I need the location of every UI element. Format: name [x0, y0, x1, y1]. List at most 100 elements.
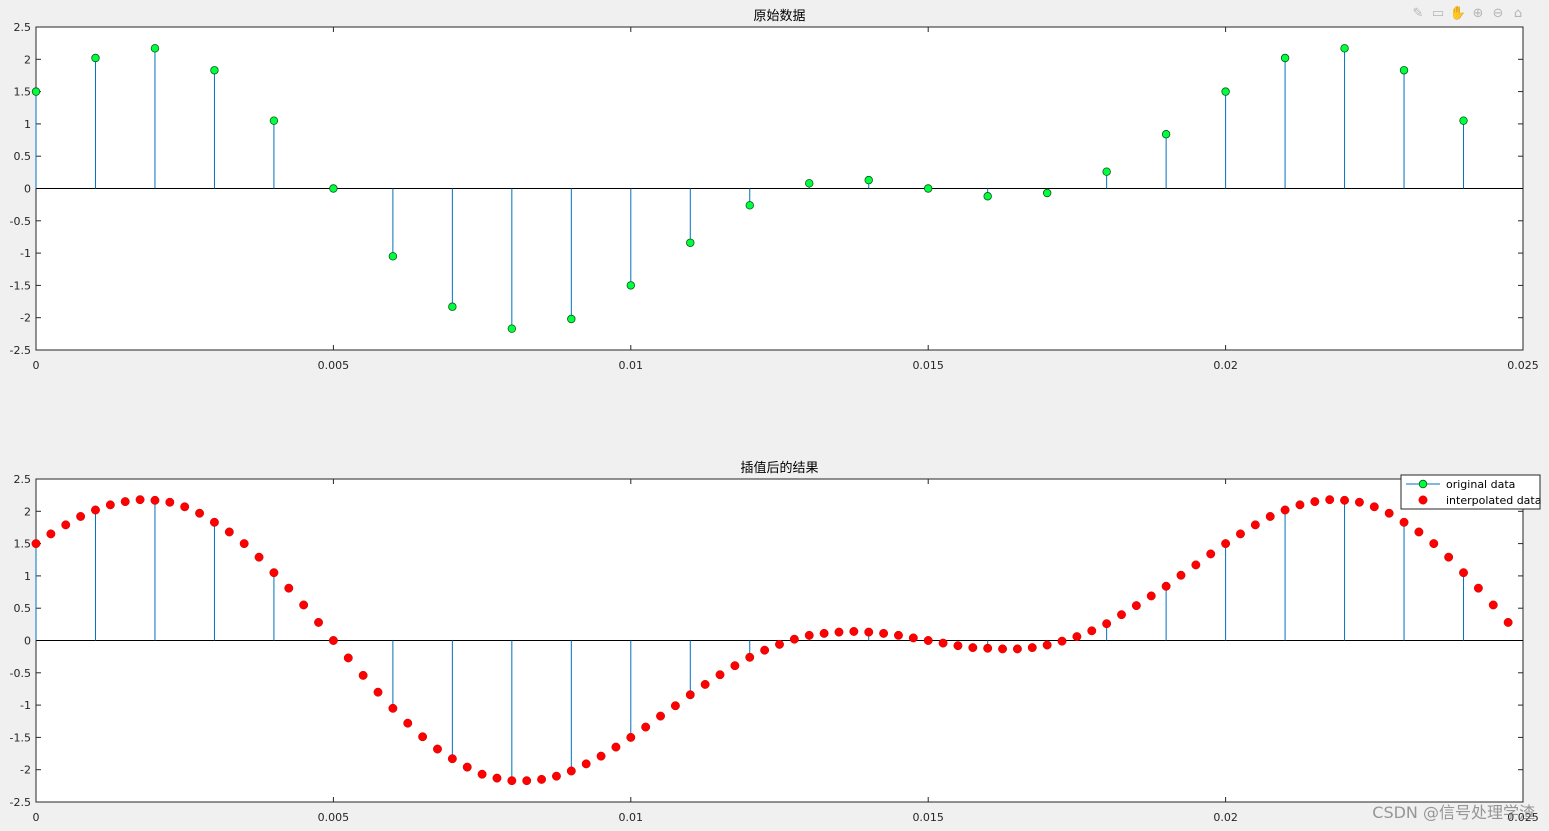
data-point-interpolated — [1057, 636, 1067, 646]
data-point-interpolated — [522, 776, 532, 786]
data-point-interpolated — [685, 690, 695, 700]
data-point-interpolated — [700, 679, 710, 689]
legend-marker-interpolated — [1418, 495, 1428, 505]
y-tick-label: 2 — [24, 53, 31, 66]
chart-title: 插值后的结果 — [740, 460, 818, 476]
y-tick-label: 0 — [24, 635, 31, 648]
legend[interactable]: original data interpolated data — [1400, 474, 1541, 510]
y-tick-label: 1.5 — [14, 538, 32, 551]
data-point-original — [31, 87, 41, 96]
y-tick-label: -1 — [20, 699, 31, 712]
data-point-interpolated — [1503, 617, 1513, 627]
home-icon[interactable]: ⌂ — [1509, 4, 1527, 22]
data-point-interpolated — [165, 497, 175, 507]
data-point-interpolated — [1325, 495, 1335, 505]
data-point-original — [150, 44, 160, 53]
data-point-original — [626, 281, 635, 290]
data-point-original — [745, 201, 754, 210]
data-point-interpolated — [433, 744, 442, 754]
data-point-interpolated — [1206, 549, 1216, 559]
data-point-interpolated — [284, 583, 294, 593]
y-tick-label: -0.5 — [10, 667, 31, 680]
data-point-interpolated — [1295, 500, 1305, 510]
data-point-interpolated — [552, 771, 561, 781]
zoom-in-icon[interactable]: ⊕ — [1469, 4, 1487, 22]
y-tick-label: 0.5 — [14, 602, 32, 615]
data-point-interpolated — [120, 497, 130, 507]
y-tick-label: -2 — [20, 312, 31, 325]
data-point-interpolated — [730, 661, 740, 671]
data-point-interpolated — [1354, 497, 1364, 507]
data-point-interpolated — [180, 502, 190, 512]
data-point-interpolated — [1473, 583, 1483, 593]
x-tick-label: 0.01 — [619, 811, 644, 824]
pan-icon[interactable]: ✋ — [1449, 4, 1467, 22]
data-point-interpolated — [1310, 497, 1320, 507]
data-point-interpolated — [656, 711, 665, 721]
data-point-interpolated — [879, 628, 889, 638]
data-point-interpolated — [1429, 539, 1439, 549]
data-point-original — [1042, 188, 1052, 198]
y-tick-label: 1 — [24, 118, 31, 131]
x-tick-label: 0.025 — [1507, 359, 1539, 372]
axes-toolbar: ✎ ▭ ✋ ⊕ ⊖ ⌂ — [1409, 4, 1527, 22]
axes-original-data[interactable]: 原始数据2.521.510.50-0.5-1-1.5-2-2.50 0.005 0.… — [10, 9, 1539, 372]
data-point-interpolated — [804, 630, 814, 640]
data-point-original — [507, 324, 517, 333]
data-point-interpolated — [1072, 632, 1082, 642]
data-point-original — [1399, 66, 1409, 75]
x-tick-label: 0.01 — [619, 359, 644, 372]
data-point-interpolated — [358, 670, 368, 680]
data-point-interpolated — [581, 759, 591, 769]
data-point-interpolated — [150, 495, 160, 505]
data-point-interpolated — [864, 627, 874, 637]
brush-icon[interactable]: ✎ — [1409, 4, 1427, 22]
data-point-interpolated — [760, 645, 770, 655]
y-tick-label: 2.5 — [14, 21, 32, 34]
data-point-interpolated — [61, 520, 71, 530]
data-point-interpolated — [1012, 644, 1022, 654]
data-point-original — [805, 179, 814, 188]
watermark-text: CSDN @信号处理学渣 — [1372, 803, 1535, 822]
data-point-original — [329, 184, 338, 193]
data-point-interpolated — [477, 769, 487, 779]
data-point-interpolated — [537, 774, 547, 784]
x-tick-label: 0.005 — [318, 359, 350, 372]
x-tick-label: 0 — [33, 811, 40, 824]
data-point-interpolated — [983, 643, 993, 653]
data-point-interpolated — [492, 773, 502, 783]
x-tick-label: 0.02 — [1213, 811, 1238, 824]
data-point-interpolated — [1250, 520, 1260, 530]
data-point-original — [1161, 130, 1171, 139]
data-point-interpolated — [447, 754, 457, 764]
chart-title: 原始数据 — [753, 9, 805, 24]
data-point-interpolated — [1459, 568, 1468, 578]
data-point-interpolated — [1042, 640, 1052, 650]
data-point-interpolated — [894, 630, 903, 640]
data-point-interpolated — [670, 701, 680, 711]
figure-canvas: 原始数据2.521.510.50-0.5-1-1.5-2-2.50 0.005 0.… — [10, 9, 1542, 824]
data-point-interpolated — [1399, 517, 1409, 527]
data-point-interpolated — [462, 762, 472, 772]
y-tick-label: 1 — [24, 570, 31, 583]
x-tick-label: 0.015 — [912, 811, 944, 824]
y-tick-label: -1.5 — [10, 279, 31, 292]
axes-interpolated-result[interactable]: 插值后的结果2.521.510.50-0.5-1-1.5-2-2.50 0.005… — [10, 460, 1542, 824]
data-point-interpolated — [1117, 610, 1126, 620]
data-point-interpolated — [1176, 570, 1186, 580]
zoom-out-icon[interactable]: ⊖ — [1489, 4, 1507, 22]
x-tick-label: 0.005 — [318, 811, 350, 824]
data-point-interpolated — [819, 628, 829, 638]
x-tick-label: 0.015 — [912, 359, 944, 372]
data-point-interpolated — [343, 653, 353, 663]
y-tick-label: 1.5 — [14, 86, 32, 99]
data-point-interpolated — [566, 766, 576, 776]
data-point-interpolated — [1102, 619, 1112, 629]
data-point-original — [864, 175, 873, 185]
data-point-original — [1459, 116, 1468, 125]
data-point-interpolated — [507, 776, 517, 786]
y-tick-label: 0.5 — [14, 150, 32, 163]
data-point-interpolated — [403, 718, 413, 728]
datatip-icon[interactable]: ▭ — [1429, 4, 1447, 22]
data-point-interpolated — [1488, 600, 1498, 610]
